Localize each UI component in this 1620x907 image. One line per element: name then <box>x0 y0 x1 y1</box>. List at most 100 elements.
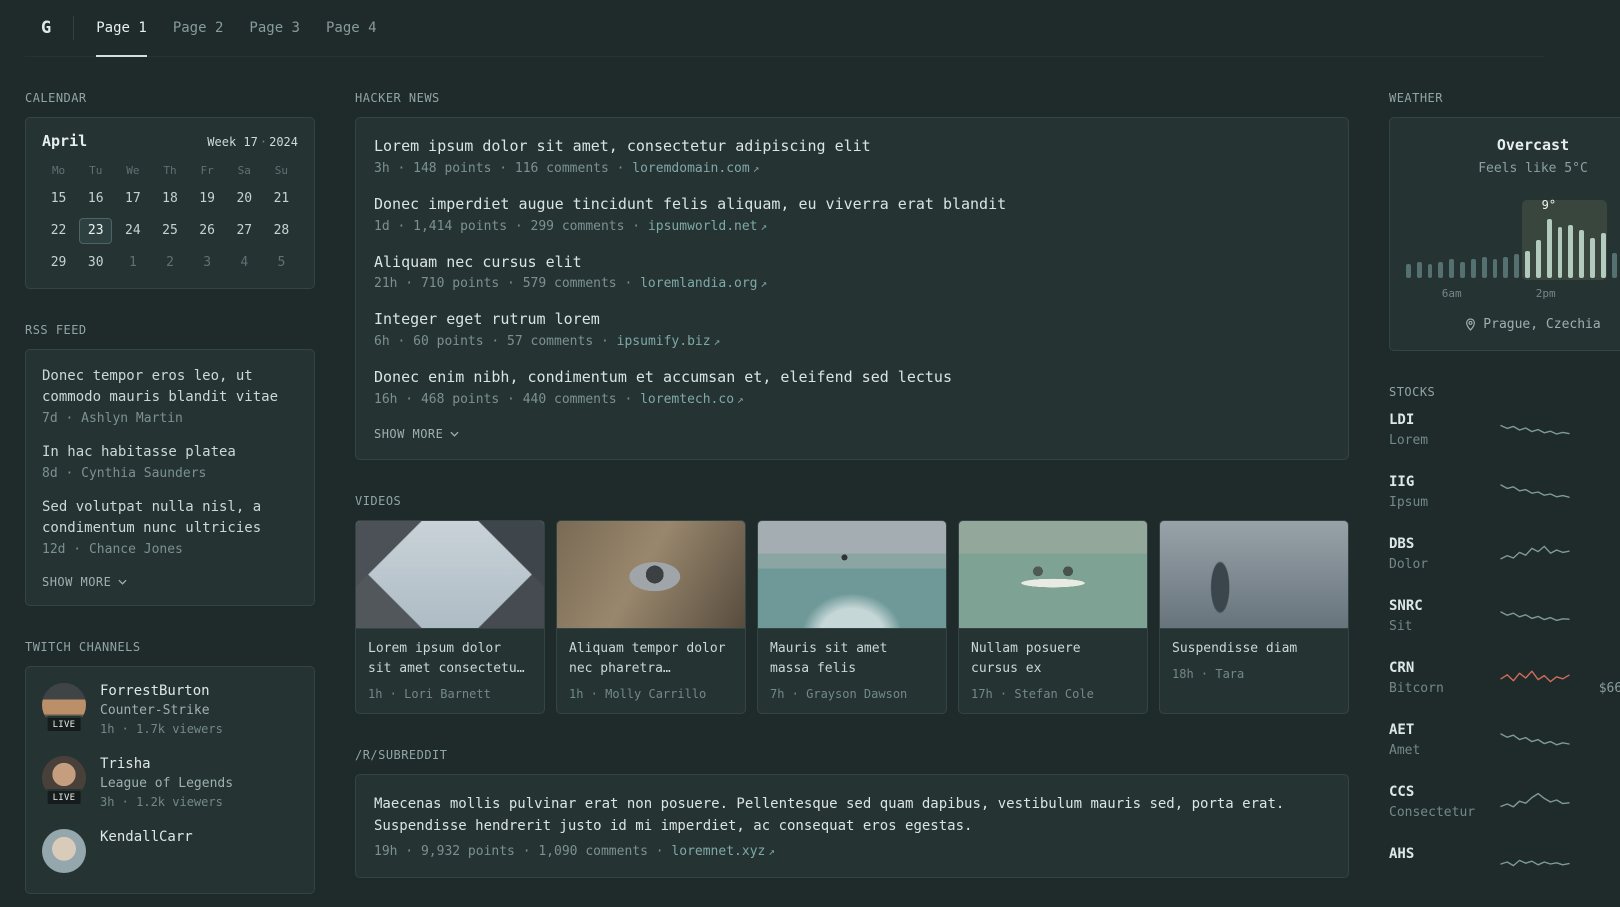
hn-domain-link[interactable]: loremtech.co ↗ <box>640 392 744 407</box>
stock-id: SNRC Sit <box>1389 597 1499 635</box>
hn-item-title[interactable]: Integer eget rutrum lorem <box>374 309 1330 331</box>
video-card[interactable]: Suspendisse diam 18h · Tara <box>1159 519 1349 715</box>
hn-show-more-button[interactable]: SHOW MORE <box>374 425 459 441</box>
calendar-day[interactable]: 16 <box>79 186 112 212</box>
calendar-week: Week 17 <box>207 135 258 149</box>
video-body: Mauris sit amet massa felis 7h · Grayson… <box>758 629 946 713</box>
calendar-day[interactable]: 21 <box>265 186 298 212</box>
stock-values: +1.36% $148.64 <box>1571 597 1620 635</box>
tab-page-3[interactable]: Page 3 <box>249 0 300 56</box>
stock-row[interactable]: AET Amet +0.92% $499.72 <box>1389 721 1620 759</box>
weather-bar <box>1503 256 1509 278</box>
hn-item-title[interactable]: Aliquam nec cursus elit <box>374 252 1330 274</box>
hn-domain-link[interactable]: ipsumworld.net ↗ <box>648 219 767 234</box>
subreddit-domain-link[interactable]: loremnet.xyz ↗ <box>671 844 775 859</box>
channel-info: KendallCarr <box>100 829 193 845</box>
hn-item: Donec imperdiet augue tincidunt felis al… <box>374 194 1330 234</box>
weather-bar <box>1579 229 1585 278</box>
calendar-day[interactable]: 19 <box>191 186 224 212</box>
video-card[interactable]: Mauris sit amet massa felis 7h · Grayson… <box>757 519 947 715</box>
calendar-day[interactable]: 5 <box>265 250 298 276</box>
stock-row[interactable]: SNRC Sit +1.36% $148.64 <box>1389 597 1620 635</box>
twitch-channel[interactable]: LIVE ForrestBurton Counter-Strike 1h · 1… <box>42 683 298 736</box>
weather-location-text: Prague, Czechia <box>1483 317 1601 332</box>
weather-location[interactable]: Prague, Czechia <box>1406 317 1620 332</box>
external-link-icon: ↗ <box>760 277 768 291</box>
videos-scroll-row[interactable]: Lorem ipsum dolor sit amet consectetu… 1… <box>355 519 1349 715</box>
tab-page-4[interactable]: Page 4 <box>326 0 377 56</box>
calendar-year: 2024 <box>269 135 298 149</box>
calendar-day[interactable]: 2 <box>153 250 186 276</box>
video-title: Mauris sit amet massa felis <box>770 640 888 676</box>
subreddit-post-title[interactable]: Maecenas mollis pulvinar erat non posuer… <box>374 793 1330 838</box>
video-title: Suspendisse diam <box>1172 640 1298 656</box>
hn-domain-link[interactable]: ipsumify.biz ↗ <box>617 334 721 349</box>
calendar-day[interactable]: 15 <box>42 186 75 212</box>
calendar-day-selected[interactable]: 23 <box>79 218 113 244</box>
stock-values: +4.35% $795.18 <box>1571 411 1620 449</box>
rss-item-title[interactable]: In hac habitasse platea <box>42 442 298 463</box>
stock-row[interactable]: DBS Dolor +1.42% $156.28 <box>1389 535 1620 573</box>
stock-price: $42.04 <box>1571 495 1620 511</box>
stock-change: +2.84% <box>1571 473 1620 491</box>
video-card[interactable]: Aliquam tempor dolor nec pharetra… 1h · … <box>556 519 746 715</box>
weather-bar <box>1525 250 1530 278</box>
tab-page-2[interactable]: Page 2 <box>173 0 224 56</box>
hn-domain-link[interactable]: loremdomain.com ↗ <box>632 161 759 176</box>
calendar-day[interactable]: 22 <box>42 218 75 244</box>
show-more-label: SHOW MORE <box>374 426 444 441</box>
twitch-section-label: TWITCH CHANNELS <box>25 640 141 654</box>
weather-widget: Overcast Feels like 5°C 9° 6am 2pm 10pm … <box>1389 117 1620 351</box>
stock-row[interactable]: CRN Bitcorn -1.00% $66,171.48 <box>1389 659 1620 697</box>
app-logo[interactable]: G <box>25 0 73 56</box>
calendar-day[interactable]: 25 <box>153 218 186 244</box>
calendar-day[interactable]: 4 <box>228 250 261 276</box>
hn-item-title[interactable]: Lorem ipsum dolor sit amet, consectetur … <box>374 136 1330 158</box>
avatar-wrap: LIVE <box>42 756 86 806</box>
stock-row[interactable]: LDI Lorem +4.35% $795.18 <box>1389 411 1620 449</box>
stock-id: CCS Consectetur <box>1389 783 1499 821</box>
stock-row[interactable]: CCS Consectetur +0.51% $165.84 <box>1389 783 1620 821</box>
rss-item-title[interactable]: Donec tempor eros leo, ut commodo mauris… <box>42 366 298 408</box>
video-meta: 7h · Grayson Dawson <box>770 687 908 702</box>
video-meta: 18h · Tara <box>1172 666 1245 681</box>
stocks-widget: LDI Lorem +4.35% $795.18 IIG Ipsum <box>1389 411 1620 883</box>
stock-id: CRN Bitcorn <box>1389 659 1499 697</box>
calendar-day[interactable]: 3 <box>191 250 224 276</box>
stock-id: LDI Lorem <box>1389 411 1499 449</box>
video-card[interactable]: Nullam posuere cursus ex 17h · Stefan Co… <box>958 519 1148 715</box>
calendar-day[interactable]: 18 <box>153 186 186 212</box>
calendar-day[interactable]: 28 <box>265 218 298 244</box>
hn-item-title[interactable]: Donec enim nibh, condimentum et accumsan… <box>374 367 1330 389</box>
rss-show-more-button[interactable]: SHOW MORE <box>42 573 127 589</box>
twitch-channel[interactable]: LIVE Trisha League of Legends 3h · 1.2k … <box>42 756 298 809</box>
rss-item-title[interactable]: Sed volutpat nulla nisl, a condimentum n… <box>42 497 298 539</box>
calendar-day[interactable]: 29 <box>42 250 75 276</box>
hn-item-title[interactable]: Donec imperdiet augue tincidunt felis al… <box>374 194 1330 216</box>
calendar-day[interactable]: 17 <box>116 186 149 212</box>
twitch-channel[interactable]: KendallCarr <box>42 829 298 873</box>
calendar-day[interactable]: 1 <box>116 250 149 276</box>
stock-sparkline <box>1500 424 1570 435</box>
weather-bar <box>1600 233 1606 278</box>
weather-condition: Overcast <box>1496 136 1570 154</box>
calendar-day[interactable]: 27 <box>228 218 261 244</box>
hn-item: Lorem ipsum dolor sit amet, consectetur … <box>374 136 1330 176</box>
weather-bar <box>1427 264 1433 278</box>
calendar-day[interactable]: 24 <box>116 218 149 244</box>
calendar-day[interactable]: 26 <box>191 218 224 244</box>
stock-row[interactable]: AHS +0.46% <box>1389 845 1620 883</box>
hn-domain: loremlandia.org <box>640 276 758 292</box>
tab-page-1[interactable]: Page 1 <box>96 0 147 57</box>
hn-domain: loremdomain.com <box>632 160 750 176</box>
hn-domain: ipsumworld.net <box>647 218 758 234</box>
calendar-day[interactable]: 20 <box>228 186 261 212</box>
weather-temp-label: 9° <box>1541 198 1557 212</box>
show-more-label: SHOW MORE <box>42 575 112 589</box>
external-link-icon: ↗ <box>760 219 768 233</box>
hn-domain-link[interactable]: loremlandia.org ↗ <box>640 276 767 291</box>
video-meta: 1h · Lori Barnett <box>368 687 491 702</box>
video-card[interactable]: Lorem ipsum dolor sit amet consectetu… 1… <box>355 519 545 715</box>
calendar-day[interactable]: 30 <box>79 250 112 276</box>
stock-row[interactable]: IIG Ipsum +2.84% $42.04 <box>1389 473 1620 511</box>
